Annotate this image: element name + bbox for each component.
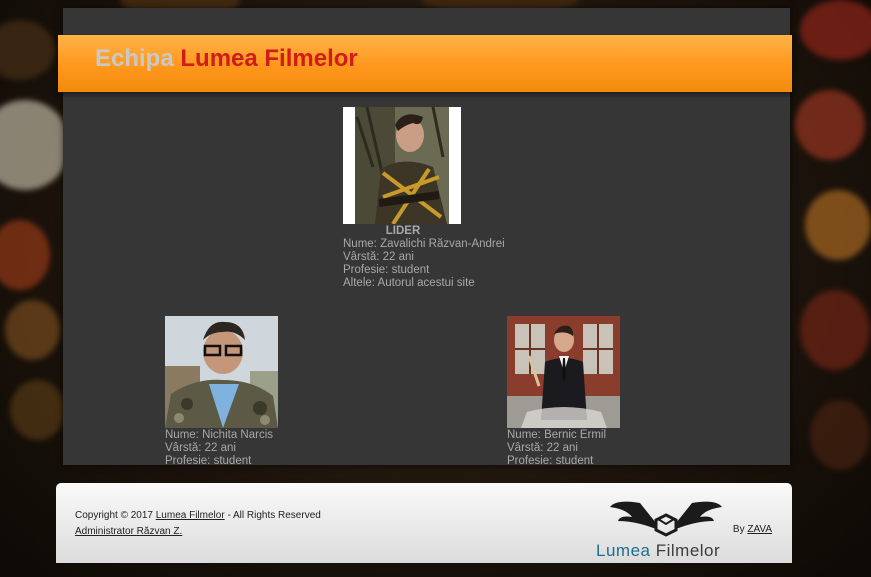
leader-age: Vârstă: 22 ani — [343, 251, 414, 263]
member-name-2: Nume: Bernic Ermil — [507, 429, 607, 441]
admin-link[interactable]: Administrator Răzvan Z. — [75, 526, 182, 537]
site-link[interactable]: Lumea Filmelor — [156, 510, 225, 521]
site-logo[interactable]: Lumea Filmelor — [596, 497, 736, 563]
leader-profession: Profesie: student — [343, 264, 430, 276]
member-info-2: Nume: Bernic Ermil Vârstă: 22 ani Profes… — [507, 429, 606, 468]
logo-text: Lumea Filmelor — [596, 541, 720, 561]
member-photo-2 — [507, 316, 620, 428]
page-title: Echipa Lumea Filmelor — [95, 45, 358, 73]
site-footer: Copyright © 2017 Lumea Filmelor - All Ri… — [56, 483, 792, 563]
leader-photo — [343, 107, 461, 224]
page-title-part1: Echipa — [95, 45, 174, 72]
member-profession-2: Profesie: student — [507, 455, 594, 467]
member-age-1: Vârstă: 22 ani — [165, 442, 236, 454]
member-info-1: Nume: Nichita Narcis Vârstă: 22 ani Prof… — [165, 429, 273, 468]
footer-copyright-block: Copyright © 2017 Lumea Filmelor - All Ri… — [75, 508, 321, 540]
wings-logo-icon — [610, 501, 722, 537]
logo-text-part2: Filmelor — [655, 541, 721, 560]
leader-label: LIDER — [385, 225, 421, 237]
member-name-1: Nume: Nichita Narcis — [165, 429, 273, 441]
member-profession-1: Profesie: student — [165, 455, 252, 467]
by-label: By — [732, 524, 745, 535]
member-photo-1 — [165, 316, 278, 428]
leader-name: Nume: Zavalichi Răzvan-Andrei — [343, 238, 505, 250]
leader-info: LIDER Nume: Zavalichi Răzvan-Andrei Vârs… — [343, 225, 513, 290]
leader-other: Altele: Autorul acestui site — [343, 277, 475, 289]
page-title-part2: Lumea Filmelor — [180, 45, 358, 72]
logo-text-part1: Lumea — [596, 541, 651, 560]
copyright-prefix: Copyright © 2017 — [75, 510, 153, 521]
author-link[interactable]: ZAVA — [747, 524, 772, 535]
member-age-2: Vârstă: 22 ani — [507, 442, 578, 454]
copyright-suffix: - All Rights Reserved — [227, 510, 321, 521]
page-header-banner: Echipa Lumea Filmelor — [58, 35, 792, 92]
footer-credit: By ZAVA — [733, 524, 772, 535]
